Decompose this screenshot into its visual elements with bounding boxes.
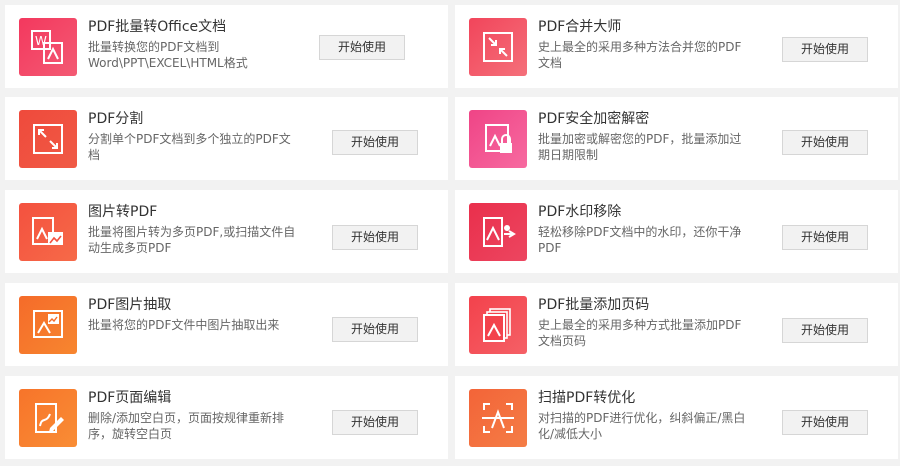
tool-title: 扫描PDF转优化	[538, 390, 636, 406]
tool-card-split: PDF分割 分割单个PDF文档到多个独立的PDF文档 开始使用	[5, 97, 448, 180]
image-extract-icon	[19, 296, 77, 354]
tool-description: 批量将图片转为多页PDF,或扫描文件自动生成多页PDF	[88, 225, 296, 255]
split-icon	[19, 110, 77, 168]
start-button[interactable]: 开始使用	[319, 35, 405, 60]
tool-card-image-to-pdf: 图片转PDF 批量将图片转为多页PDF,或扫描文件自动生成多页PDF 开始使用	[5, 190, 448, 273]
tool-description: 分割单个PDF文档到多个独立的PDF文档	[88, 132, 291, 162]
tool-title: PDF合并大师	[538, 19, 622, 35]
tool-description: 批量将您的PDF文件中图片抽取出来	[88, 318, 280, 332]
tool-title: PDF批量转Office文档	[88, 19, 227, 35]
tool-title: PDF图片抽取	[88, 297, 172, 313]
merge-icon	[469, 18, 527, 76]
start-button[interactable]: 开始使用	[782, 318, 868, 343]
tool-description: 史上最全的采用多种方式批量添加PDF文档页码	[538, 318, 742, 348]
start-button[interactable]: 开始使用	[782, 37, 868, 62]
svg-text:W: W	[35, 34, 47, 48]
tool-description: 对扫描的PDF进行优化，纠斜偏正/黑白化/减低大小	[538, 411, 746, 441]
tool-grid: W PDF批量转Office文档 批量转换您的PDF文档到Word\PPT\EX…	[0, 0, 900, 466]
tool-description: 删除/添加空白页，页面按规律重新排序，旋转空白页	[88, 411, 285, 441]
tool-description: 史上最全的采用多种方法合并您的PDF文档	[538, 40, 742, 70]
tool-description: 批量转换您的PDF文档到Word\PPT\EXCEL\HTML格式	[88, 40, 248, 70]
tool-title: PDF批量添加页码	[538, 297, 650, 313]
start-button[interactable]: 开始使用	[782, 410, 868, 435]
start-button[interactable]: 开始使用	[332, 130, 418, 155]
tool-card-page-number: PDF批量添加页码 史上最全的采用多种方式批量添加PDF文档页码 开始使用	[455, 283, 898, 366]
tool-title: PDF分割	[88, 111, 144, 127]
start-button[interactable]: 开始使用	[332, 225, 418, 250]
tool-card-image-extract: PDF图片抽取 批量将您的PDF文件中图片抽取出来 开始使用	[5, 283, 448, 366]
tool-description: 批量加密或解密您的PDF，批量添加过期日期限制	[538, 132, 742, 162]
watermark-remove-icon	[469, 203, 527, 261]
tool-card-page-edit: PDF页面编辑 删除/添加空白页，页面按规律重新排序，旋转空白页 开始使用	[5, 376, 448, 459]
tool-title: 图片转PDF	[88, 204, 158, 220]
start-button[interactable]: 开始使用	[782, 225, 868, 250]
scan-optimize-icon	[469, 389, 527, 447]
tool-card-office-convert: W PDF批量转Office文档 批量转换您的PDF文档到Word\PPT\EX…	[5, 5, 448, 88]
start-button[interactable]: 开始使用	[332, 410, 418, 435]
lock-icon	[469, 110, 527, 168]
page-number-icon	[469, 296, 527, 354]
tool-title: PDF安全加密解密	[538, 111, 650, 127]
tool-card-watermark: PDF水印移除 轻松移除PDF文档中的水印，还你干净PDF 开始使用	[455, 190, 898, 273]
image-to-pdf-icon	[19, 203, 77, 261]
tool-card-security: PDF安全加密解密 批量加密或解密您的PDF，批量添加过期日期限制 开始使用	[455, 97, 898, 180]
tool-title: PDF水印移除	[538, 204, 622, 220]
tool-card-merge: PDF合并大师 史上最全的采用多种方法合并您的PDF文档 开始使用	[455, 5, 898, 88]
tool-title: PDF页面编辑	[88, 390, 172, 406]
start-button[interactable]: 开始使用	[782, 130, 868, 155]
tool-description: 轻松移除PDF文档中的水印，还你干净PDF	[538, 225, 742, 255]
tool-card-scan-optimize: 扫描PDF转优化 对扫描的PDF进行优化，纠斜偏正/黑白化/减低大小 开始使用	[455, 376, 898, 459]
start-button[interactable]: 开始使用	[332, 317, 418, 342]
page-edit-icon	[19, 389, 77, 447]
office-convert-icon: W	[19, 18, 77, 76]
